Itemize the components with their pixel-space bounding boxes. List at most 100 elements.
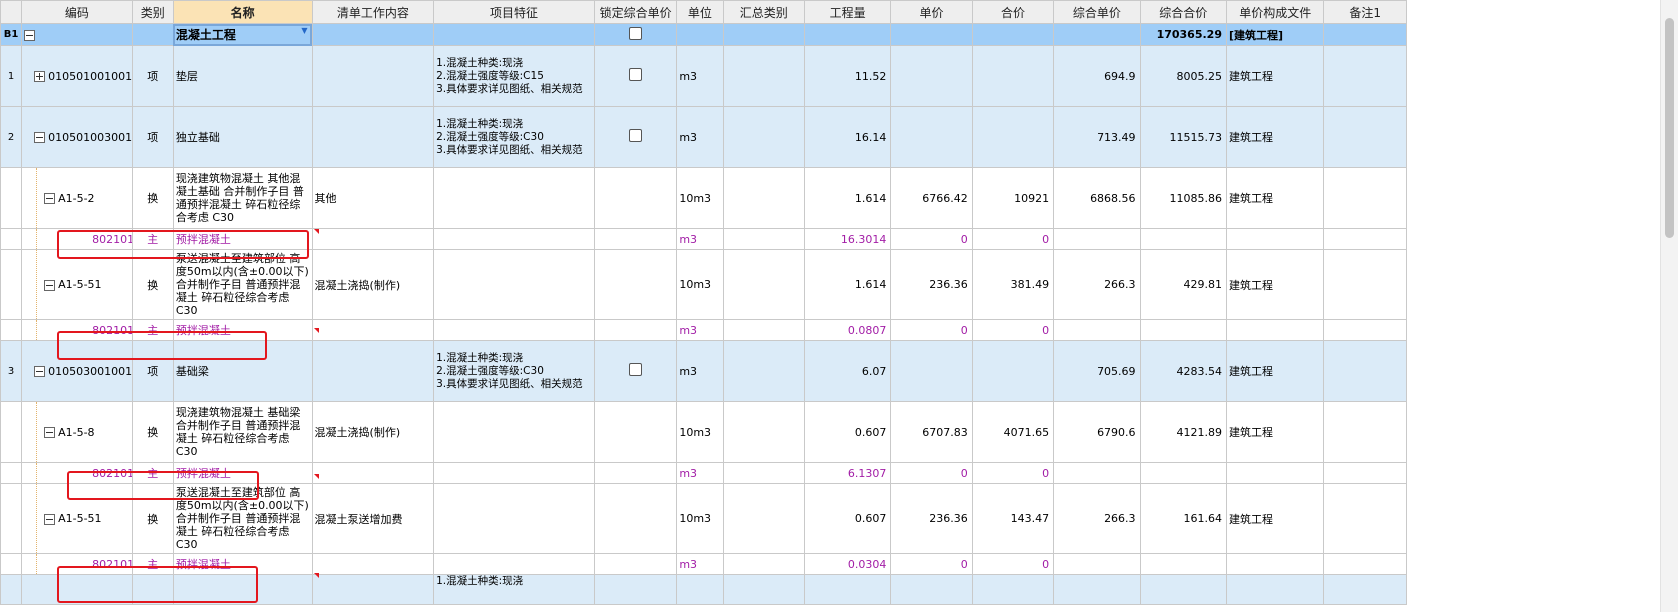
item-feature[interactable]: 1.混凝土种类:现浇 2.混凝土强度等级:C30 3.具体要求详见图纸、相关规范 [433, 340, 595, 402]
header-code[interactable]: 编码 [21, 0, 133, 24]
item-name[interactable]: 垫层 [172, 45, 313, 107]
code-cell: 010501003001 [21, 106, 133, 168]
material-unit-price[interactable]: 0 [890, 462, 973, 484]
collapse-icon[interactable] [44, 513, 56, 525]
collapse-icon[interactable] [34, 366, 46, 377]
comment-marker-icon [314, 229, 319, 234]
quota-name[interactable]: 泵送混凝土至建筑部位 高度50m以内(含±0.00以下) 合并制作子目 普通预拌… [172, 483, 313, 554]
quota-work-content[interactable]: 混凝土泵送增加费 [311, 483, 435, 554]
expand-icon[interactable] [34, 71, 46, 82]
item-quantity[interactable]: 6.07 [803, 340, 892, 402]
quota-row[interactable]: A1-5-8 换 现浇建筑物混凝土 基础梁 合并制作子目 普通预拌混凝土 碎石粒… [0, 401, 1407, 463]
header-composite-total[interactable]: 综合合价 [1139, 0, 1227, 24]
item-row[interactable]: 1.混凝土种类:现浇 [0, 574, 1407, 605]
item-row[interactable]: 2 010501003001 项 独立基础 1.混凝土种类:现浇 2.混凝土强度… [0, 106, 1407, 168]
lock-price-checkbox[interactable] [629, 68, 643, 81]
item-quantity[interactable]: 11.52 [803, 45, 892, 107]
quota-name[interactable]: 泵送混凝土至建筑部位 高度50m以内(含±0.00以下) 合并制作子目 普通预拌… [172, 249, 313, 320]
quota-unit-price: 6766.42 [890, 167, 973, 229]
section-name-cell[interactable]: 混凝土工程 ▼ [172, 23, 313, 46]
material-row[interactable]: 80210180 主 预拌混凝土 m3 0.0807 0 0 [0, 319, 1407, 341]
material-unit-price[interactable]: 0 [890, 553, 973, 575]
header-summary-type[interactable]: 汇总类别 [722, 0, 805, 24]
header-price-file[interactable]: 单价构成文件 [1225, 0, 1325, 24]
header-unit[interactable]: 单位 [676, 0, 724, 24]
material-name[interactable]: 预拌混凝土 [172, 228, 313, 250]
material-quantity[interactable]: 16.3014 [803, 228, 892, 250]
material-name[interactable]: 预拌混凝土 [172, 319, 313, 341]
material-row[interactable]: 80210180 主 预拌混凝土 m3 6.1307 0 0 [0, 462, 1407, 484]
comment-marker-icon [314, 573, 319, 578]
item-quantity[interactable]: 16.14 [803, 106, 892, 168]
item-work-content[interactable] [311, 340, 435, 402]
quota-quantity[interactable]: 1.614 [803, 167, 892, 229]
vertical-scrollbar[interactable] [1660, 0, 1678, 612]
quota-composite-price: 6868.56 [1053, 167, 1141, 229]
material-code: 80210180 [92, 557, 131, 571]
material-amount: 0 [971, 553, 1055, 575]
item-feature[interactable]: 1.混凝土种类:现浇 [433, 574, 595, 605]
material-row[interactable]: 80210180 主 预拌混凝土 m3 16.3014 0 0 [0, 228, 1407, 250]
quota-row[interactable]: A1-5-51 换 泵送混凝土至建筑部位 高度50m以内(含±0.00以下) 合… [0, 483, 1407, 554]
header-amount[interactable]: 合价 [971, 0, 1055, 24]
quota-quantity[interactable]: 0.607 [803, 483, 892, 554]
quota-row[interactable]: A1-5-2 换 现浇建筑物混凝土 其他混凝土基础 合并制作子目 普通预拌混凝土… [0, 167, 1407, 229]
material-row[interactable]: 80210180 主 预拌混凝土 m3 0.0304 0 0 [0, 553, 1407, 575]
header-unit-price[interactable]: 单价 [890, 0, 973, 24]
material-quantity[interactable]: 0.0304 [803, 553, 892, 575]
collapse-icon[interactable] [44, 279, 56, 291]
collapse-icon[interactable] [44, 193, 56, 204]
material-quantity[interactable]: 0.0807 [803, 319, 892, 341]
header-type[interactable]: 类别 [131, 0, 174, 24]
item-work-content[interactable] [311, 106, 435, 168]
lock-price-checkbox[interactable] [629, 363, 643, 376]
item-price-file[interactable]: 建筑工程 [1225, 45, 1325, 107]
header-rownum[interactable] [0, 0, 23, 24]
header-remark[interactable]: 备注1 [1323, 0, 1407, 24]
header-name[interactable]: 名称 [172, 0, 313, 24]
item-row[interactable]: 1 010501001001 项 垫层 1.混凝土种类:现浇 2.混凝土强度等级… [0, 45, 1407, 107]
quota-work-content[interactable]: 混凝土浇捣(制作) [311, 401, 435, 463]
quota-row[interactable]: A1-5-51 换 泵送混凝土至建筑部位 高度50m以内(含±0.00以下) 合… [0, 249, 1407, 320]
quota-work-content[interactable]: 其他 [311, 167, 435, 229]
item-name[interactable]: 基础梁 [172, 340, 313, 402]
item-price-file[interactable]: 建筑工程 [1225, 340, 1325, 402]
dropdown-arrow-icon[interactable]: ▼ [301, 26, 307, 35]
material-unit-price[interactable]: 0 [890, 228, 973, 250]
item-row[interactable]: 3 010503001001 项 基础梁 1.混凝土种类:现浇 2.混凝土强度等… [0, 340, 1407, 402]
quota-quantity[interactable]: 1.614 [803, 249, 892, 320]
quota-price-file[interactable]: 建筑工程 [1225, 167, 1325, 229]
quota-quantity[interactable]: 0.607 [803, 401, 892, 463]
header-composite-price[interactable]: 综合单价 [1053, 0, 1141, 24]
quota-price-file[interactable]: 建筑工程 [1225, 401, 1325, 463]
lock-price-checkbox[interactable] [629, 129, 643, 142]
header-feature[interactable]: 项目特征 [433, 0, 595, 24]
quota-price-file[interactable]: 建筑工程 [1225, 483, 1325, 554]
header-quantity[interactable]: 工程量 [803, 0, 892, 24]
item-price-file[interactable]: 建筑工程 [1225, 106, 1325, 168]
section-row[interactable]: B1 混凝土工程 ▼ 170365.29 [建筑工程] [0, 23, 1407, 46]
collapse-icon[interactable] [44, 427, 56, 438]
quota-unit: 10m3 [676, 167, 724, 229]
collapse-icon[interactable] [34, 132, 46, 143]
material-unit-price[interactable]: 0 [890, 319, 973, 341]
header-lock-price[interactable]: 锁定综合单价 [593, 0, 678, 24]
item-work-content[interactable] [311, 45, 435, 107]
material-name[interactable]: 预拌混凝土 [172, 553, 313, 575]
item-feature[interactable]: 1.混凝土种类:现浇 2.混凝土强度等级:C30 3.具体要求详见图纸、相关规范 [433, 106, 595, 168]
material-amount: 0 [971, 319, 1055, 341]
collapse-icon[interactable] [24, 29, 36, 41]
item-feature[interactable]: 1.混凝土种类:现浇 2.混凝土强度等级:C15 3.具体要求详见图纸、相关规范 [433, 45, 595, 107]
quota-name[interactable]: 现浇建筑物混凝土 基础梁 合并制作子目 普通预拌混凝土 碎石粒径综合考虑C30 [172, 401, 313, 463]
lock-price-checkbox[interactable] [629, 26, 643, 40]
item-name[interactable]: 独立基础 [172, 106, 313, 168]
header-work-content[interactable]: 清单工作内容 [311, 0, 435, 24]
bill-of-quantities-grid: 编码 类别 名称 清单工作内容 项目特征 锁定综合单价 单位 汇总类别 工程量 … [0, 0, 1407, 605]
quota-composite-price: 266.3 [1053, 483, 1141, 554]
quota-work-content[interactable]: 混凝土浇捣(制作) [311, 249, 435, 320]
quota-price-file[interactable]: 建筑工程 [1225, 249, 1325, 320]
scrollbar-thumb[interactable] [1665, 18, 1674, 238]
material-name[interactable]: 预拌混凝土 [172, 462, 313, 484]
material-quantity[interactable]: 6.1307 [803, 462, 892, 484]
quota-name[interactable]: 现浇建筑物混凝土 其他混凝土基础 合并制作子目 普通预拌混凝土 碎石粒径综合考虑… [172, 167, 313, 229]
